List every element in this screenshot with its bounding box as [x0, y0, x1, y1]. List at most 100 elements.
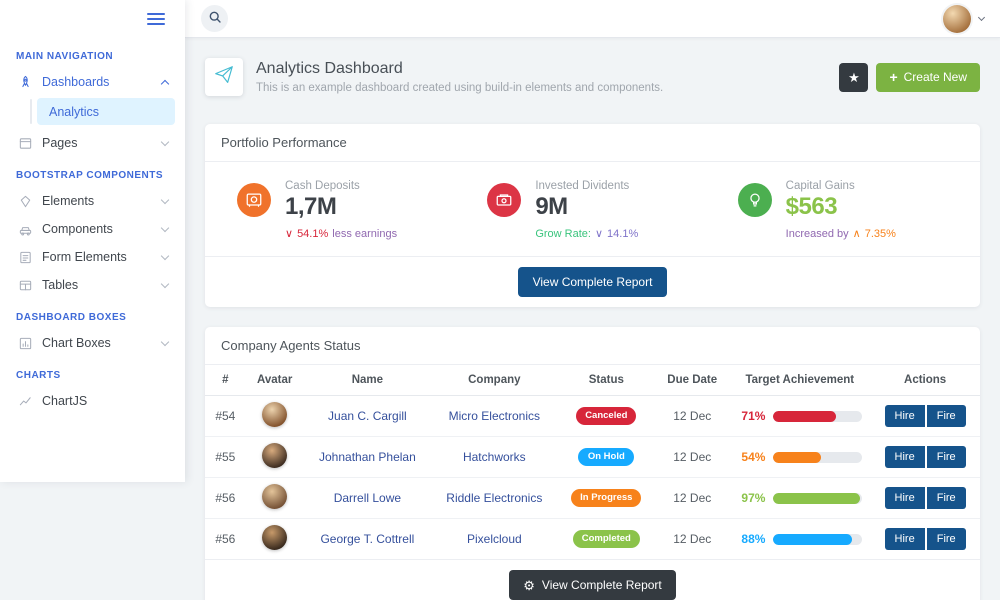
- target-percent: 97%: [737, 491, 765, 505]
- fire-button[interactable]: Fire: [927, 487, 966, 509]
- note-percent: 54.1%: [297, 228, 328, 240]
- app-root: MAIN NAVIGATION Dashboards Analytics Pag…: [0, 0, 1000, 600]
- progress-bar-fill: [773, 534, 851, 545]
- agent-id: #56: [205, 478, 246, 519]
- nav-heading-bootstrap-components: BOOTSTRAP COMPONENTS: [16, 170, 169, 181]
- nav-heading-charts: CHARTS: [16, 370, 169, 381]
- view-complete-report-button[interactable]: View Complete Report: [518, 267, 668, 297]
- card-title: Portfolio Performance: [205, 124, 980, 162]
- status-badge: On Hold: [578, 448, 634, 465]
- page-title-block: Analytics Dashboard This is an example d…: [256, 60, 663, 94]
- nav-heading-dashboard-boxes: DASHBOARD BOXES: [16, 312, 169, 323]
- table-row: #55 Johnathan Phelan Hatchworks On Hold …: [205, 437, 980, 478]
- sidebar-item-pages[interactable]: Pages: [10, 129, 175, 157]
- note-prefix: Increased by: [786, 228, 849, 240]
- agent-company-link[interactable]: Riddle Electronics: [431, 478, 558, 519]
- view-complete-report-dark-button[interactable]: ⚙ View Complete Report: [509, 570, 676, 600]
- agent-name-link[interactable]: George T. Cottrell: [304, 519, 431, 560]
- table-header-row: # Avatar Name Company Status Due Date Ta…: [205, 365, 980, 396]
- create-new-button[interactable]: + Create New: [876, 63, 980, 92]
- agent-id: #56: [205, 519, 246, 560]
- cash-icon: [487, 183, 521, 217]
- hamburger-menu-button[interactable]: [143, 9, 169, 29]
- hire-button[interactable]: Hire: [885, 405, 925, 427]
- agent-company-link[interactable]: Hatchworks: [431, 437, 558, 478]
- target-percent: 71%: [737, 409, 765, 423]
- fire-button[interactable]: Fire: [927, 405, 966, 427]
- car-icon: [17, 221, 33, 237]
- stat-note: Increased by ∧ 7.35%: [786, 227, 968, 240]
- target-achievement: 88%: [737, 532, 862, 546]
- chevron-down-icon: [161, 137, 169, 145]
- agent-id: #55: [205, 437, 246, 478]
- sidebar-item-dashboards[interactable]: Dashboards: [10, 68, 175, 96]
- due-date: 12 Dec: [655, 519, 729, 560]
- actions-button-group: Hire Fire: [885, 405, 966, 427]
- avatar: [262, 484, 287, 509]
- sidebar-item-chartjs[interactable]: ChartJS: [10, 387, 175, 415]
- table-row: #56 George T. Cottrell Pixelcloud Comple…: [205, 519, 980, 560]
- stat-label: Invested Dividents: [535, 180, 629, 192]
- plus-icon: +: [889, 69, 897, 85]
- progress-bar: [773, 411, 862, 422]
- column-header-id: #: [205, 365, 246, 396]
- table-row: #56 Darrell Lowe Riddle Electronics In P…: [205, 478, 980, 519]
- sidebar-item-analytics[interactable]: Analytics: [37, 98, 175, 125]
- sidebar-item-form-elements[interactable]: Form Elements: [10, 243, 175, 271]
- target-achievement: 54%: [737, 450, 862, 464]
- stat-label: Capital Gains: [786, 180, 855, 192]
- sidebar-item-elements[interactable]: Elements: [10, 187, 175, 215]
- progress-bar: [773, 534, 862, 545]
- trend-down-icon: ∨: [285, 227, 293, 240]
- target-percent: 54%: [737, 450, 765, 464]
- bar-chart-icon: [17, 335, 33, 351]
- company-agents-card: Company Agents Status # Avatar Name Comp…: [205, 327, 980, 600]
- pages-icon: [17, 135, 33, 151]
- sidebar-item-label: Pages: [42, 136, 77, 150]
- status-badge: Canceled: [576, 407, 636, 424]
- fire-button[interactable]: Fire: [927, 528, 966, 550]
- dashboards-submenu: Analytics: [23, 98, 175, 125]
- page-title-row: Analytics Dashboard This is an example d…: [205, 58, 980, 96]
- stat-value: 1,7M: [285, 195, 360, 219]
- sidebar-top: [10, 0, 175, 38]
- user-menu[interactable]: [943, 5, 984, 33]
- agent-name-link[interactable]: Darrell Lowe: [304, 478, 431, 519]
- search-icon: [208, 10, 222, 27]
- actions-button-group: Hire Fire: [885, 446, 966, 468]
- avatar: [262, 402, 287, 427]
- progress-bar-fill: [773, 452, 821, 463]
- portfolio-performance-card: Portfolio Performance Cash Deposits 1,7M: [205, 124, 980, 307]
- progress-bar-fill: [773, 493, 859, 504]
- agent-name-link[interactable]: Juan C. Cargill: [304, 396, 431, 437]
- sidebar-item-tables[interactable]: Tables: [10, 271, 175, 299]
- due-date: 12 Dec: [655, 396, 729, 437]
- agent-company-link[interactable]: Pixelcloud: [431, 519, 558, 560]
- note-percent: 14.1%: [607, 228, 638, 240]
- column-header-avatar: Avatar: [246, 365, 304, 396]
- agent-company-link[interactable]: Micro Electronics: [431, 396, 558, 437]
- stat-value: $563: [786, 195, 855, 219]
- hire-button[interactable]: Hire: [885, 487, 925, 509]
- sidebar-item-components[interactable]: Components: [10, 215, 175, 243]
- sidebar-item-label: Analytics: [49, 105, 99, 119]
- chevron-up-icon: [161, 79, 169, 87]
- trend-down-icon: ∨: [595, 227, 603, 240]
- agent-name-link[interactable]: Johnathan Phelan: [304, 437, 431, 478]
- top-header: [185, 0, 1000, 38]
- fire-button[interactable]: Fire: [927, 446, 966, 468]
- stat-invested-dividents: Invested Dividents 9M Grow Rate: ∨ 14.1%: [467, 180, 717, 240]
- favorite-button[interactable]: ★: [839, 63, 868, 92]
- title-actions: ★ + Create New: [839, 63, 980, 92]
- stat-capital-gains: Capital Gains $563 Increased by ∧ 7.35%: [718, 180, 968, 240]
- hire-button[interactable]: Hire: [885, 446, 925, 468]
- chevron-down-icon: [161, 223, 169, 231]
- column-header-company: Company: [431, 365, 558, 396]
- search-button[interactable]: [201, 5, 228, 32]
- sidebar-item-chart-boxes[interactable]: Chart Boxes: [10, 329, 175, 357]
- actions-button-group: Hire Fire: [885, 528, 966, 550]
- line-chart-icon: [17, 393, 33, 409]
- hire-button[interactable]: Hire: [885, 528, 925, 550]
- note-percent: 7.35%: [865, 228, 896, 240]
- progress-bar: [773, 493, 862, 504]
